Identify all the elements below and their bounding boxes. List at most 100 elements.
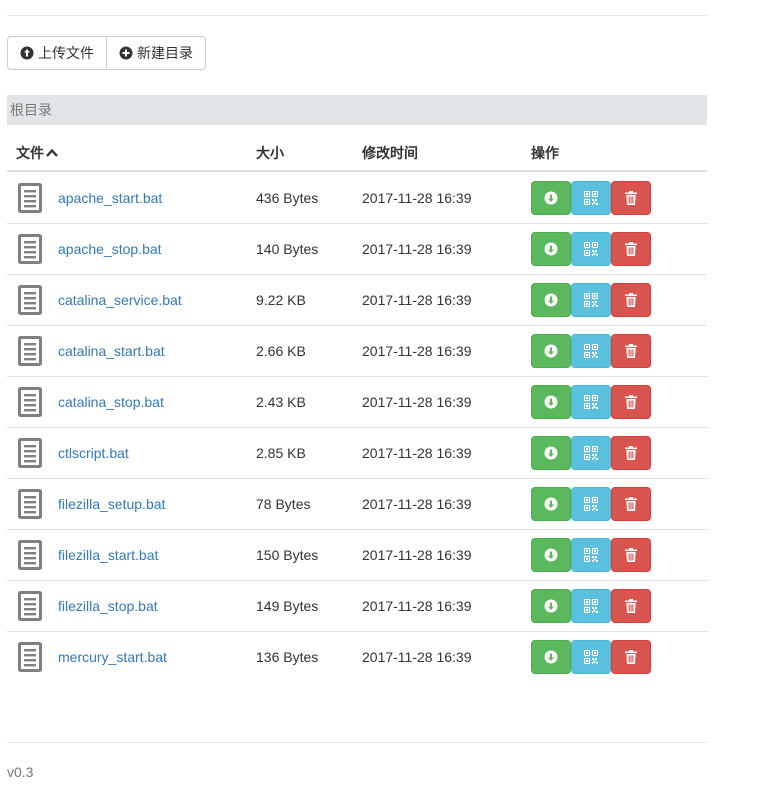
table-row: filezilla_setup.bat 78 Bytes 2017-11-28 … (7, 478, 707, 529)
download-button[interactable] (531, 180, 571, 215)
file-link[interactable]: catalina_stop.bat (58, 394, 164, 410)
circle-arrow-down-icon (544, 344, 558, 358)
file-modified-time: 2017-11-28 16:39 (362, 343, 472, 359)
file-size: 150 Bytes (256, 547, 319, 563)
download-button[interactable] (531, 385, 571, 419)
qrcode-icon (584, 190, 598, 205)
download-button[interactable] (531, 283, 571, 317)
row-actions (531, 487, 707, 521)
circle-arrow-down-icon (544, 242, 558, 256)
qrcode-button[interactable] (571, 283, 611, 317)
column-header-actions: 操作 (531, 144, 559, 161)
trash-icon (625, 446, 637, 460)
file-size: 436 Bytes (256, 189, 319, 206)
file-modified-time: 2017-11-28 16:39 (362, 496, 472, 512)
download-button[interactable] (531, 334, 571, 368)
file-name-cell: ctlscript.bat (7, 438, 256, 468)
file-name-cell: filezilla_setup.bat (7, 489, 256, 519)
delete-button[interactable] (611, 283, 651, 317)
circle-arrow-down-icon (544, 497, 558, 511)
breadcrumb-root[interactable]: 根目录 (10, 100, 52, 120)
delete-button[interactable] (611, 538, 651, 572)
row-actions (531, 640, 707, 674)
delete-button[interactable] (611, 385, 651, 419)
row-actions (531, 334, 707, 368)
qrcode-icon (584, 548, 598, 562)
file-size: 2.85 KB (256, 445, 306, 461)
file-link[interactable]: catalina_service.bat (58, 292, 182, 308)
delete-button[interactable] (611, 232, 651, 266)
row-actions (531, 589, 707, 623)
file-modified-time: 2017-11-28 16:39 (362, 394, 472, 410)
row-actions (531, 538, 707, 572)
delete-button[interactable] (611, 487, 651, 521)
new-directory-button[interactable]: 新建目录 (106, 36, 206, 70)
chevron-up-icon[interactable] (46, 148, 58, 158)
file-link[interactable]: filezilla_stop.bat (58, 598, 158, 614)
table-row: catalina_start.bat 2.66 KB 2017-11-28 16… (7, 325, 707, 376)
trash-icon (625, 599, 637, 613)
file-modified-time: 2017-11-28 16:39 (362, 241, 472, 257)
delete-button[interactable] (611, 180, 651, 215)
file-name-cell: filezilla_start.bat (7, 540, 256, 570)
file-link[interactable]: apache_start.bat (58, 190, 162, 206)
trash-icon (625, 190, 637, 205)
file-link[interactable]: apache_stop.bat (58, 241, 162, 257)
file-modified-time: 2017-11-28 16:39 (362, 547, 472, 563)
file-name-cell: apache_start.bat (7, 182, 256, 213)
file-size: 2.66 KB (256, 343, 306, 359)
download-button[interactable] (531, 640, 571, 674)
qrcode-button[interactable] (571, 640, 611, 674)
download-button[interactable] (531, 436, 571, 470)
file-text-icon (18, 591, 42, 621)
qrcode-icon (584, 344, 598, 358)
toolbar: 上传文件 新建目录 (7, 36, 206, 70)
file-text-icon (18, 489, 42, 519)
file-link[interactable]: ctlscript.bat (58, 445, 129, 461)
upload-file-label: 上传文件 (38, 45, 94, 61)
file-text-icon (18, 182, 42, 213)
qrcode-button[interactable] (571, 436, 611, 470)
file-size: 140 Bytes (256, 241, 319, 257)
row-actions (531, 436, 707, 470)
file-modified-time: 2017-11-28 16:39 (362, 292, 472, 308)
qrcode-button[interactable] (571, 180, 611, 215)
qrcode-icon (584, 497, 598, 511)
delete-button[interactable] (611, 589, 651, 623)
circle-arrow-down-icon (544, 650, 558, 664)
download-button[interactable] (531, 487, 571, 521)
column-header-file[interactable]: 文件 (7, 143, 256, 163)
delete-button[interactable] (611, 334, 651, 368)
file-link[interactable]: filezilla_setup.bat (58, 496, 165, 512)
file-text-icon (18, 285, 42, 315)
qrcode-button[interactable] (571, 538, 611, 572)
circle-arrow-down-icon (544, 395, 558, 409)
qrcode-button[interactable] (571, 589, 611, 623)
circle-arrow-down-icon (544, 548, 558, 562)
delete-button[interactable] (611, 436, 651, 470)
download-button[interactable] (531, 589, 571, 623)
qrcode-icon (584, 242, 598, 256)
trash-icon (625, 497, 637, 511)
upload-file-button[interactable]: 上传文件 (7, 36, 107, 70)
delete-button[interactable] (611, 640, 651, 674)
qrcode-button[interactable] (571, 385, 611, 419)
qrcode-button[interactable] (571, 487, 611, 521)
file-text-icon (18, 642, 42, 672)
qrcode-icon (584, 650, 598, 664)
file-link[interactable]: mercury_start.bat (58, 649, 167, 665)
qrcode-icon (584, 446, 598, 460)
new-directory-label: 新建目录 (137, 45, 193, 61)
qrcode-button[interactable] (571, 232, 611, 266)
file-link[interactable]: catalina_start.bat (58, 343, 165, 359)
trash-icon (625, 242, 637, 256)
download-button[interactable] (531, 538, 571, 572)
circle-arrow-down-icon (544, 599, 558, 613)
file-table: 文件 大小 修改时间 操作 apache_start.bat 436 Bytes… (7, 135, 707, 682)
qrcode-icon (584, 395, 598, 409)
download-button[interactable] (531, 232, 571, 266)
file-link[interactable]: filezilla_start.bat (58, 547, 158, 563)
file-modified-time: 2017-11-28 16:39 (362, 189, 472, 206)
qrcode-button[interactable] (571, 334, 611, 368)
file-size: 136 Bytes (256, 649, 319, 665)
